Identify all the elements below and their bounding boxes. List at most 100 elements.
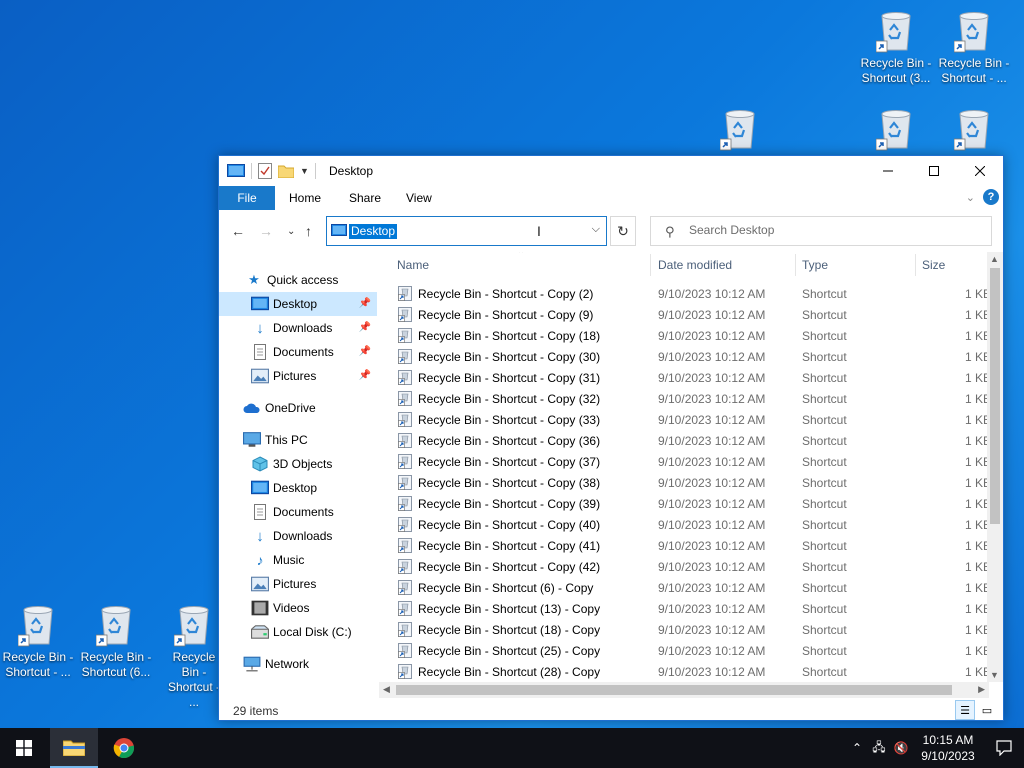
expand-ribbon-icon[interactable]: ⌄: [966, 191, 975, 204]
horizontal-scroll-thumb[interactable]: [396, 685, 952, 695]
quick-access-toolbar-dropdown-icon[interactable]: ▼: [300, 166, 309, 176]
sidebar-item-music[interactable]: ♪ Music: [219, 548, 377, 572]
ribbon-tab-home[interactable]: Home: [289, 186, 321, 210]
network-tray-icon[interactable]: 🖧: [868, 738, 890, 759]
sidebar-item-label: Videos: [273, 601, 310, 615]
scroll-left-icon[interactable]: ◀: [383, 684, 390, 695]
taskbar-file-explorer[interactable]: [50, 728, 98, 768]
file-row[interactable]: Recycle Bin - Shortcut - Copy (40) 9/10/2…: [382, 514, 1002, 535]
file-row[interactable]: Recycle Bin - Shortcut - Copy (41) 9/10/2…: [382, 535, 1002, 556]
column-divider[interactable]: [795, 254, 796, 276]
documents-icon: [254, 504, 266, 520]
search-input[interactable]: [689, 223, 969, 237]
search-box[interactable]: ⚲: [650, 216, 992, 246]
address-input[interactable]: Desktop: [349, 224, 398, 239]
refresh-button[interactable]: ↻: [610, 216, 636, 246]
address-dropdown-chevron-icon[interactable]: ⌵: [592, 223, 600, 236]
sidebar-item-quick-access[interactable]: ★ Quick access: [219, 268, 377, 292]
file-row[interactable]: Recycle Bin - Shortcut (6) - Copy 9/10/20…: [382, 577, 1002, 598]
sidebar-item-documents[interactable]: Documents 📌: [219, 340, 377, 364]
column-header-type[interactable]: Type: [802, 252, 828, 278]
file-row[interactable]: Recycle Bin - Shortcut - Copy (39) 9/10/2…: [382, 493, 1002, 514]
pin-icon[interactable]: 📌: [359, 322, 371, 333]
pin-icon[interactable]: 📌: [359, 298, 371, 309]
file-name: Recycle Bin - Shortcut (28) - Copy: [418, 665, 601, 679]
taskbar-chrome[interactable]: [100, 728, 148, 768]
desktop-icon-recycle-shortcut[interactable]: Recycle Bin - Shortcut (3...: [858, 8, 934, 86]
file-row[interactable]: Recycle Bin - Shortcut - Copy (2) 9/10/20…: [382, 283, 1002, 304]
minimize-button[interactable]: [865, 156, 911, 186]
scroll-up-icon[interactable]: ▲: [990, 254, 999, 264]
sidebar-item-downloads[interactable]: ↓ Downloads 📌: [219, 316, 377, 340]
file-row[interactable]: Recycle Bin - Shortcut (18) - Copy 9/10/2…: [382, 619, 1002, 640]
column-divider[interactable]: [650, 254, 651, 276]
scroll-down-icon[interactable]: ▼: [990, 670, 999, 680]
file-row[interactable]: Recycle Bin - Shortcut - Copy (33) 9/10/2…: [382, 409, 1002, 430]
file-row[interactable]: Recycle Bin - Shortcut - Copy (32) 9/10/2…: [382, 388, 1002, 409]
sidebar-item-pictures[interactable]: Pictures 📌: [219, 364, 377, 388]
details-view-button[interactable]: ☰: [955, 700, 975, 720]
file-row[interactable]: Recycle Bin - Shortcut - Copy (37) 9/10/2…: [382, 451, 1002, 472]
back-arrow-icon[interactable]: ←: [231, 223, 245, 239]
vertical-scroll-thumb[interactable]: [990, 268, 1000, 524]
sidebar-item-3d-objects[interactable]: 3D Objects: [219, 452, 377, 476]
sidebar-item-desktop[interactable]: Desktop 📌: [219, 292, 377, 316]
maximize-button[interactable]: [911, 156, 957, 186]
file-row[interactable]: Recycle Bin - Shortcut - Copy (36) 9/10/2…: [382, 430, 1002, 451]
desktop-icon-recycle-shortcut[interactable]: Recycle Bin - Shortcut - ...: [936, 8, 1012, 86]
notification-center-button[interactable]: [984, 740, 1024, 756]
recent-locations-chevron-icon[interactable]: ⌄: [287, 226, 295, 237]
sidebar-item-onedrive[interactable]: OneDrive: [219, 396, 377, 420]
properties-icon[interactable]: [258, 163, 272, 179]
sidebar-item-pc-documents[interactable]: Documents: [219, 500, 377, 524]
file-row[interactable]: Recycle Bin - Shortcut - Copy (18) 9/10/2…: [382, 325, 1002, 346]
desktop-icon-recycle-shortcut[interactable]: [702, 106, 778, 154]
horizontal-scrollbar[interactable]: ◀ ▶: [379, 682, 989, 698]
desktop-icon-recycle-shortcut[interactable]: Recycle Bin - Shortcut (6...: [78, 602, 154, 680]
ribbon-tab-view[interactable]: View: [406, 186, 432, 210]
minimize-icon: [883, 170, 893, 172]
new-folder-icon[interactable]: [278, 164, 294, 178]
sidebar-item-local-disk[interactable]: Local Disk (C:): [219, 620, 377, 644]
volume-muted-icon[interactable]: 🔇: [890, 741, 912, 755]
column-divider[interactable]: [915, 254, 916, 276]
sidebar-item-pc-pictures[interactable]: Pictures: [219, 572, 377, 596]
sidebar-item-network[interactable]: Network: [219, 652, 377, 676]
address-bar[interactable]: Desktop I ⌵: [326, 216, 607, 246]
sidebar-item-pc-downloads[interactable]: ↓ Downloads: [219, 524, 377, 548]
pin-icon[interactable]: 📌: [359, 346, 371, 357]
sidebar-item-this-pc[interactable]: This PC: [219, 428, 377, 452]
file-row[interactable]: Recycle Bin - Shortcut (13) - Copy 9/10/2…: [382, 598, 1002, 619]
vertical-scrollbar[interactable]: ▲ ▼: [987, 252, 1003, 682]
file-row[interactable]: Recycle Bin - Shortcut - Copy (42) 9/10/2…: [382, 556, 1002, 577]
ribbon-tab-share[interactable]: Share: [349, 186, 381, 210]
close-button[interactable]: [957, 156, 1003, 186]
help-icon[interactable]: ?: [983, 189, 999, 205]
column-header-name[interactable]: Name: [397, 252, 429, 278]
file-row[interactable]: Recycle Bin - Shortcut - Copy (38) 9/10/2…: [382, 472, 1002, 493]
start-button[interactable]: [0, 728, 48, 768]
sidebar-item-pc-desktop[interactable]: Desktop: [219, 476, 377, 500]
forward-arrow-icon[interactable]: →: [259, 223, 273, 239]
desktop-icon-recycle-shortcut[interactable]: [858, 106, 934, 154]
desktop-icon-recycle-shortcut[interactable]: [936, 106, 1012, 154]
column-header-date-modified[interactable]: Date modified: [658, 252, 732, 278]
column-header-size[interactable]: Size: [922, 252, 945, 278]
file-row[interactable]: Recycle Bin - Shortcut - Copy (30) 9/10/2…: [382, 346, 1002, 367]
file-row[interactable]: Recycle Bin - Shortcut - Copy (31) 9/10/2…: [382, 367, 1002, 388]
show-hidden-icons-chevron-icon[interactable]: ⌃: [846, 741, 868, 755]
up-arrow-icon[interactable]: ↑: [305, 223, 312, 239]
desktop-icon-recycle-shortcut[interactable]: Recycle Bin - Shortcut - ...: [0, 602, 76, 680]
sidebar-item-videos[interactable]: Videos: [219, 596, 377, 620]
scroll-right-icon[interactable]: ▶: [978, 684, 985, 695]
file-row[interactable]: Recycle Bin - Shortcut (25) - Copy 9/10/2…: [382, 640, 1002, 661]
ribbon-tab-file[interactable]: File: [219, 186, 275, 210]
large-icons-view-button[interactable]: ▭: [977, 700, 997, 720]
file-type: Shortcut: [802, 308, 847, 322]
file-type: Shortcut: [802, 476, 847, 490]
system-clock[interactable]: 10:15 AM 9/10/2023: [912, 732, 984, 764]
shortcut-file-icon: [398, 580, 412, 595]
file-row[interactable]: Recycle Bin - Shortcut (28) - Copy 9/10/2…: [382, 661, 1002, 682]
pin-icon[interactable]: 📌: [359, 370, 371, 381]
file-row[interactable]: Recycle Bin - Shortcut - Copy (9) 9/10/20…: [382, 304, 1002, 325]
